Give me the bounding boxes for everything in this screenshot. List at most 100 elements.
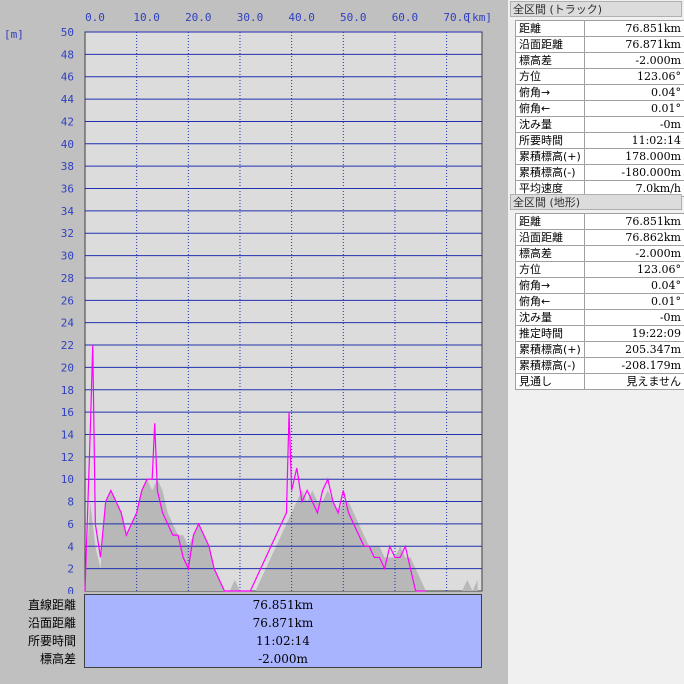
terrain-stat-row: 標高差 -2.000m (515, 245, 684, 262)
track-stat-value: 0.01° (583, 100, 684, 117)
terrain-stat-value: 76.851km (583, 213, 684, 230)
y-tick-label: 32 (61, 227, 74, 240)
terrain-stat-key: 推定時間 (515, 325, 585, 342)
y-tick-label: 18 (61, 384, 74, 397)
elevation-chart[interactable]: 0246810121416182022242628303234363840424… (0, 0, 508, 594)
terrain-stat-key: 距離 (515, 213, 585, 230)
x-tick-label: 0.0 (85, 11, 105, 24)
y-tick-label: 42 (61, 115, 74, 128)
terrain-stat-value: 0.04° (583, 277, 684, 294)
terrain-stat-row: 距離 76.851km (515, 213, 684, 230)
track-stat-value: -180.000m (583, 164, 684, 181)
terrain-stat-row: 累積標高(+) 205.347m (515, 341, 684, 358)
terrain-stat-value: 0.01° (583, 293, 684, 310)
terrain-stat-key: 沈み量 (515, 309, 585, 326)
y-tick-label: 46 (61, 71, 74, 84)
track-stat-key: 沿面距離 (515, 36, 585, 53)
summary-table: 直線距離 76.851km 沿面距離 76.871km 所要時間 11:02:14 標高差 -… (0, 594, 508, 668)
summary-row: 沿面距離 76.871km (0, 615, 508, 632)
track-stat-value: 76.851km (583, 20, 684, 37)
y-tick-label: 20 (61, 361, 74, 374)
y-tick-label: 40 (61, 138, 74, 151)
y-tick-label: 28 (61, 272, 74, 285)
terrain-stat-row: 俯角← 0.01° (515, 293, 684, 310)
summary-label: 標高差 (39, 652, 76, 666)
summary-value: 76.871km (252, 616, 314, 630)
y-tick-label: 10 (61, 473, 74, 486)
terrain-stat-value: 205.347m (583, 341, 684, 358)
terrain-stat-value: -0m (583, 309, 684, 326)
summary-value: 11:02:14 (256, 634, 310, 648)
track-stat-value: 178.000m (583, 148, 684, 165)
panel-title-track: 全区間 (トラック) (510, 1, 682, 17)
terrain-stat-value: 76.862km (583, 229, 684, 246)
track-stat-key: 俯角← (515, 100, 585, 117)
track-stat-value: -0m (583, 116, 684, 133)
terrain-stat-row: 方位 123.06° (515, 261, 684, 278)
track-stat-key: 累積標高(+) (515, 148, 585, 165)
track-stat-value: 123.06° (583, 68, 684, 85)
track-stat-row: 方位 123.06° (515, 68, 684, 85)
terrain-stat-key: 見通し (515, 373, 585, 390)
stats-panel: 全区間 (トラック) 距離 76.851km 沿面距離 76.871km 標高差 -2.0… (508, 0, 684, 684)
terrain-stat-row: 累積標高(-) -208.179m (515, 357, 684, 374)
terrain-stat-value: 19:22:09 (583, 325, 684, 342)
track-stat-key: 距離 (515, 20, 585, 37)
x-tick-label: 30.0 (237, 11, 264, 24)
y-tick-label: 14 (61, 428, 75, 441)
terrain-stat-key: 累積標高(+) (515, 341, 585, 358)
track-stat-row: 標高差 -2.000m (515, 52, 684, 69)
summary-row: 直線距離 76.851km (0, 597, 508, 614)
x-tick-label: 20.0 (185, 11, 212, 24)
summary-value: -2.000m (258, 652, 308, 666)
track-stat-row: 沿面距離 76.871km (515, 36, 684, 53)
terrain-stat-key: 俯角← (515, 293, 585, 310)
track-stat-row: 所要時間 11:02:14 (515, 132, 684, 149)
y-tick-label: 36 (61, 183, 74, 196)
track-stat-value: 11:02:14 (583, 132, 684, 149)
terrain-stat-row: 見通し 見えません (515, 373, 684, 390)
terrain-stat-row: 沈み量 -0m (515, 309, 684, 326)
terrain-stat-value: 123.06° (583, 261, 684, 278)
terrain-stat-key: 累積標高(-) (515, 357, 585, 374)
terrain-stat-value: 見えません (583, 373, 684, 390)
track-stats-table: 距離 76.851km 沿面距離 76.871km 標高差 -2.000m 方位 123.06… (515, 20, 684, 197)
terrain-stat-row: 推定時間 19:22:09 (515, 325, 684, 342)
track-stat-row: 距離 76.851km (515, 20, 684, 37)
y-tick-label: 26 (61, 294, 74, 307)
y-tick-label: 50 (61, 26, 74, 39)
terrain-stat-key: 俯角→ (515, 277, 585, 294)
track-stat-key: 沈み量 (515, 116, 585, 133)
y-tick-label: 0 (67, 585, 74, 594)
summary-label: 直線距離 (27, 598, 76, 612)
track-stat-value: 0.04° (583, 84, 684, 101)
track-stat-value: -2.000m (583, 52, 684, 69)
profile-area: 0 2 4 6 8 10 12 14 16 18 20 22 24 26 28 30 32 34 36 38 40 42 4… (0, 0, 508, 684)
track-stat-row: 累積標高(-) -180.000m (515, 164, 684, 181)
y-tick-label: 4 (67, 540, 74, 553)
y-tick-label: 30 (61, 250, 74, 263)
summary-label: 所要時間 (27, 634, 76, 648)
summary-row: 所要時間 11:02:14 (0, 633, 508, 650)
terrain-stats-table: 距離 76.851km 沿面距離 76.862km 標高差 -2.000m 方位 123.06… (515, 213, 684, 390)
track-stat-key: 標高差 (515, 52, 585, 69)
y-tick-label: 2 (67, 563, 74, 576)
y-tick-label: 16 (61, 406, 74, 419)
track-stat-row: 沈み量 -0m (515, 116, 684, 133)
panel-title-terrain: 全区間 (地形) (510, 194, 682, 210)
x-unit-label: [km] (466, 11, 493, 24)
summary-row: 標高差 -2.000m (0, 651, 508, 668)
track-stat-row: 俯角→ 0.04° (515, 84, 684, 101)
terrain-stat-key: 沿面距離 (515, 229, 585, 246)
terrain-stat-row: 俯角→ 0.04° (515, 277, 684, 294)
y-unit-label: [m] (4, 28, 24, 41)
terrain-stat-value: -2.000m (583, 245, 684, 262)
track-stat-row: 累積標高(+) 178.000m (515, 148, 684, 165)
terrain-stat-value: -208.179m (583, 357, 684, 374)
x-tick-label: 10.0 (133, 11, 160, 24)
y-tick-label: 38 (61, 160, 74, 173)
y-tick-label: 22 (61, 339, 74, 352)
y-tick-label: 24 (61, 317, 75, 330)
y-tick-label: 6 (67, 518, 74, 531)
y-tick-label: 48 (61, 48, 74, 61)
